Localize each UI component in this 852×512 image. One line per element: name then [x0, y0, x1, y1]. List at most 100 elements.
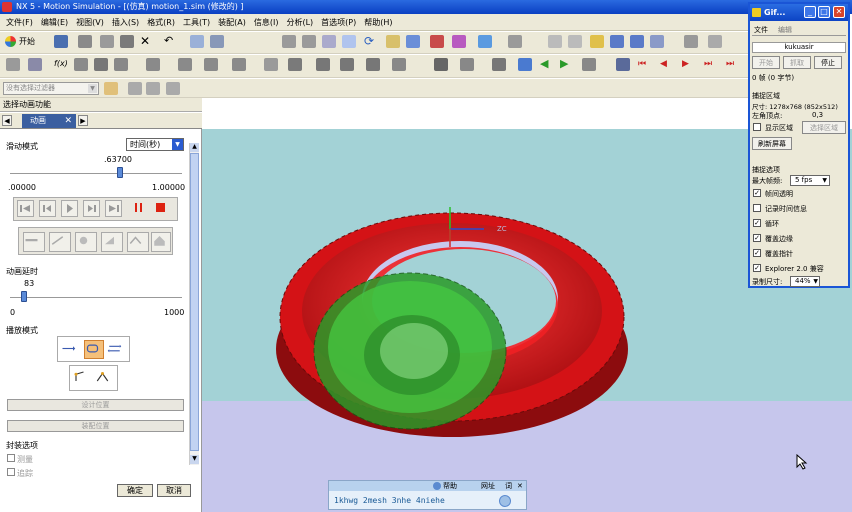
zoom-in-icon[interactable]: [342, 35, 356, 48]
step-forward-button[interactable]: [83, 200, 100, 217]
stop-button[interactable]: [153, 200, 170, 217]
rack-icon[interactable]: [316, 58, 330, 71]
path-forward-button[interactable]: [73, 369, 93, 388]
nav-forward-icon[interactable]: ▶: [78, 115, 88, 126]
slide-mode-select[interactable]: 时间(秒) ▼: [126, 138, 184, 151]
gif-user-field[interactable]: kukuasir: [752, 42, 846, 53]
sketch-icon[interactable]: [6, 58, 20, 71]
ime-help-label[interactable]: 帮助: [443, 481, 457, 491]
menu-file[interactable]: 文件(F): [6, 17, 33, 28]
gif-record-size-select[interactable]: 44% ▼: [790, 276, 820, 287]
menu-info[interactable]: 信息(I): [254, 17, 279, 28]
gif-select-area-button[interactable]: 选择区域: [802, 121, 846, 134]
gif-stop-button[interactable]: 停止: [814, 56, 842, 69]
rewind-start-button[interactable]: [17, 200, 34, 217]
tab-animation[interactable]: 动画 ✕: [22, 114, 76, 128]
design-position-button[interactable]: 设计位置: [7, 399, 184, 411]
loop-button[interactable]: [84, 340, 104, 359]
scroll-up-icon[interactable]: ▲: [190, 143, 199, 152]
paste-icon[interactable]: [120, 35, 134, 48]
trace-all-button[interactable]: [127, 232, 149, 252]
function-icon[interactable]: f(x): [54, 58, 68, 71]
gif-menu-file[interactable]: 文件: [754, 25, 768, 35]
arc-icon[interactable]: [94, 58, 108, 71]
gif-capture-button[interactable]: 抓取: [783, 56, 811, 69]
gif-opt-explorer-checkbox[interactable]: ✓: [753, 264, 761, 272]
interference-icon[interactable]: [518, 58, 532, 71]
angle-icon[interactable]: [708, 35, 722, 48]
animation-icon[interactable]: [616, 58, 630, 71]
menu-edit[interactable]: 编辑(E): [41, 17, 68, 28]
trace-tool-button[interactable]: [23, 232, 45, 252]
filter-select[interactable]: 没有选择过滤器 ▼: [3, 82, 99, 95]
solver-icon[interactable]: [434, 58, 448, 71]
menu-format[interactable]: 格式(R): [147, 17, 175, 28]
measure-icon[interactable]: [684, 35, 698, 48]
gif-opt-loop-checkbox[interactable]: ✓: [753, 219, 761, 227]
link-icon[interactable]: [630, 35, 644, 48]
bushing-icon[interactable]: [204, 58, 218, 71]
menu-view[interactable]: 视图(V): [76, 17, 104, 28]
wcs-icon[interactable]: [548, 35, 562, 48]
select-all-icon[interactable]: [104, 82, 118, 95]
arrow-left-icon[interactable]: ◀: [540, 58, 554, 71]
forward-end-button[interactable]: [105, 200, 122, 217]
ime-help-icon[interactable]: [433, 482, 441, 490]
nav-back-icon[interactable]: ◀: [2, 115, 12, 126]
marker-icon[interactable]: [650, 35, 664, 48]
home-tool-button[interactable]: [151, 232, 171, 252]
shading-icon[interactable]: [452, 35, 466, 48]
scroll-thumb[interactable]: [190, 153, 199, 451]
ping-pong-button[interactable]: [107, 341, 127, 359]
delete-icon[interactable]: ✕: [140, 35, 154, 48]
start-button[interactable]: 开始: [4, 35, 46, 48]
rotate-icon[interactable]: ⟳: [364, 35, 378, 48]
explode-tool-button[interactable]: [75, 232, 97, 252]
gif-capture-window[interactable]: Gif... _ □ ✕ 文件 编辑 kukuasir 开始 抓取 停止 0 帧…: [748, 2, 850, 288]
sensor-icon[interactable]: [460, 58, 474, 71]
tab-close-icon[interactable]: ✕: [64, 114, 72, 128]
ime-candidate-window[interactable]: 帮助 网址 词 ✕ 1khwg 2mesh 3nhe 4niehe: [328, 480, 527, 510]
menu-assembly[interactable]: 装配(A): [218, 17, 246, 28]
snap-point-icon[interactable]: [128, 82, 142, 95]
close-icon[interactable]: ✕: [833, 6, 845, 18]
gif-fps-select[interactable]: 5 fps ▼: [790, 175, 830, 186]
lock-tool-button[interactable]: [101, 232, 123, 252]
gif-opt-timing-checkbox[interactable]: [753, 204, 761, 212]
step-back-button[interactable]: [39, 200, 56, 217]
assembly-position-button[interactable]: 装配位置: [7, 420, 184, 432]
scroll-down-icon[interactable]: ▼: [190, 455, 199, 464]
ime-close-icon[interactable]: ✕: [517, 481, 523, 491]
line-icon[interactable]: [74, 58, 88, 71]
gear-icon[interactable]: [288, 58, 302, 71]
zoom-icon[interactable]: [322, 35, 336, 48]
snap-icon[interactable]: [568, 35, 582, 48]
layer-icon[interactable]: [508, 35, 522, 48]
fit-view-icon[interactable]: [282, 35, 296, 48]
endpoint-icon[interactable]: [146, 82, 160, 95]
gif-opt-cover-edge-checkbox[interactable]: ✓: [753, 234, 761, 242]
gif-menu-edit[interactable]: 编辑: [778, 25, 792, 35]
play-once-button[interactable]: [61, 341, 81, 359]
contact-icon[interactable]: [366, 58, 380, 71]
gif-refresh-button[interactable]: 刷新屏幕: [752, 137, 792, 150]
maximize-icon[interactable]: □: [818, 6, 830, 18]
arrow-right-icon[interactable]: ▶: [560, 58, 574, 71]
play-button[interactable]: [61, 200, 78, 217]
last-frame-icon[interactable]: ⏭: [726, 58, 740, 71]
ime-word-label[interactable]: 词: [505, 481, 512, 491]
step-forward-icon[interactable]: ⏭: [704, 58, 718, 71]
first-frame-icon[interactable]: ⏮: [638, 58, 652, 71]
minimize-icon[interactable]: _: [804, 6, 816, 18]
gif-opt-cover-cursor-checkbox[interactable]: ✓: [753, 249, 761, 257]
ime-scroll-icon[interactable]: [499, 495, 511, 507]
select-more-icon[interactable]: [210, 35, 224, 48]
constraint-icon[interactable]: [28, 58, 42, 71]
spring-icon[interactable]: [146, 58, 160, 71]
play-icon[interactable]: ▶: [682, 58, 696, 71]
select-icon[interactable]: [190, 35, 204, 48]
ok-button[interactable]: 确定: [117, 484, 153, 497]
curve-contact-icon[interactable]: [392, 58, 406, 71]
trace-icon[interactable]: [582, 58, 596, 71]
menu-analysis[interactable]: 分析(L): [286, 17, 313, 28]
